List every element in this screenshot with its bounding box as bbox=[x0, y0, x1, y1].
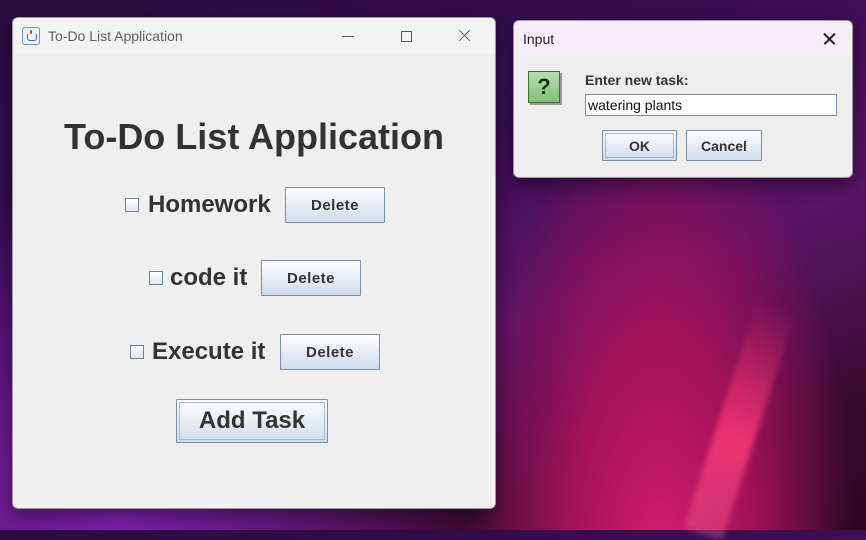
task-row: code it Delete bbox=[149, 260, 361, 296]
ok-button[interactable]: OK bbox=[602, 130, 677, 161]
close-icon[interactable] bbox=[819, 29, 839, 49]
window-title: To-Do List Application bbox=[48, 28, 183, 44]
dialog-title: Input bbox=[523, 31, 555, 47]
add-task-button[interactable]: Add Task bbox=[176, 399, 328, 443]
cancel-button[interactable]: Cancel bbox=[686, 130, 762, 161]
task-label: Execute it bbox=[152, 338, 266, 365]
prompt-label: Enter new task: bbox=[585, 72, 689, 88]
maximize-icon[interactable] bbox=[396, 26, 416, 46]
wallpaper-streak bbox=[683, 299, 797, 540]
main-window: To-Do List Application To-Do List Applic… bbox=[12, 17, 496, 509]
close-icon[interactable] bbox=[454, 26, 474, 46]
task-checkbox[interactable] bbox=[149, 271, 163, 285]
delete-button[interactable]: Delete bbox=[285, 187, 385, 223]
dialog-title-bar[interactable]: Input bbox=[514, 21, 852, 57]
main-title-bar[interactable]: To-Do List Application bbox=[13, 18, 495, 54]
app-heading: To-Do List Application bbox=[64, 116, 444, 157]
new-task-input[interactable] bbox=[585, 94, 837, 116]
java-app-icon bbox=[22, 27, 40, 45]
input-dialog: Input ? Enter new task: OK Cancel bbox=[513, 20, 853, 178]
task-checkbox[interactable] bbox=[125, 198, 139, 212]
task-row: Homework Delete bbox=[125, 187, 385, 223]
task-checkbox[interactable] bbox=[130, 345, 144, 359]
delete-button[interactable]: Delete bbox=[261, 260, 361, 296]
task-label: Homework bbox=[148, 191, 271, 218]
delete-button[interactable]: Delete bbox=[280, 334, 380, 370]
task-label: code it bbox=[170, 264, 248, 291]
task-row: Execute it Delete bbox=[130, 334, 380, 370]
minimize-icon[interactable] bbox=[338, 26, 358, 46]
question-icon: ? bbox=[528, 71, 560, 103]
